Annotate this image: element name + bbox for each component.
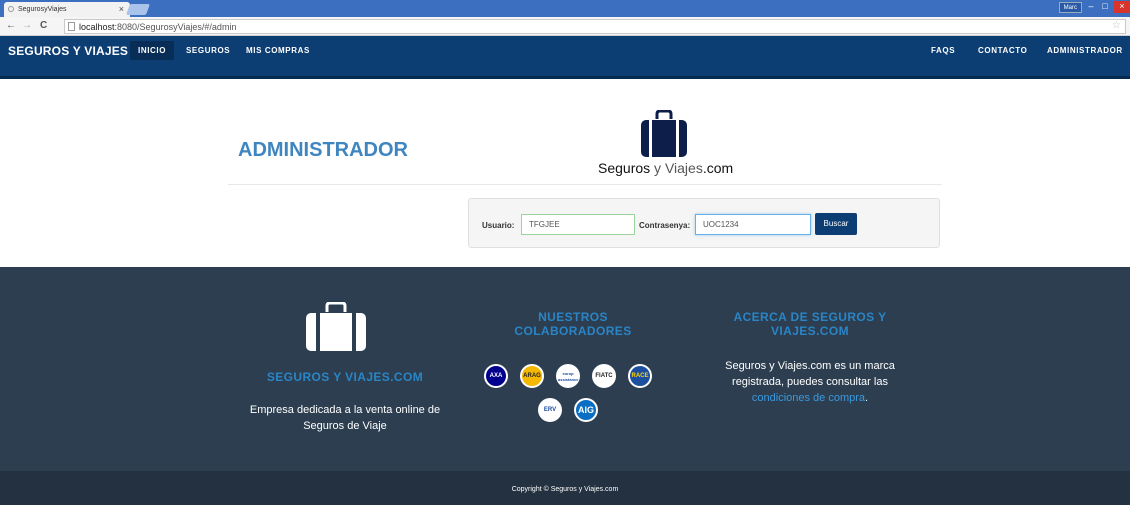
- erv-logo[interactable]: ERV: [538, 398, 562, 422]
- info-text-period: .: [865, 392, 869, 404]
- footer-about-column: SEGUROS Y VIAJES.COM Empresa dedicada a …: [228, 370, 462, 434]
- close-window-icon[interactable]: ×: [1114, 1, 1130, 13]
- brand-link[interactable]: SEGUROS Y VIAJES: [8, 44, 128, 58]
- logo-word-seguros: Seguros: [598, 160, 651, 176]
- site-navbar: SEGUROS Y VIAJES INICIO SEGUROS MIS COMP…: [0, 36, 1130, 79]
- user-input[interactable]: TFGJEE: [521, 214, 635, 235]
- page: SegurosyViajes × Marc – □ × ← → C localh…: [0, 0, 1130, 505]
- footer-info-column: ACERCA DE SEGUROS Y VIAJES.COM Seguros y…: [700, 310, 920, 406]
- maximize-icon[interactable]: □: [1098, 1, 1112, 13]
- partners-heading-line2: COLABORADORES: [514, 324, 632, 338]
- condiciones-link[interactable]: condiciones de compra: [752, 392, 865, 404]
- suitcase-icon: [306, 302, 366, 351]
- address-bar: ← → C localhost:8080/SegurosyViajes/#/ad…: [0, 17, 1130, 36]
- minimize-icon[interactable]: –: [1084, 1, 1098, 13]
- logo-word-com: .com: [702, 160, 734, 176]
- race-logo[interactable]: RACE: [628, 364, 652, 388]
- nav-administrador[interactable]: ADMINISTRADOR: [1047, 46, 1123, 55]
- favicon-icon: [8, 6, 14, 12]
- info-heading-line1: ACERCA DE SEGUROS Y: [733, 310, 887, 324]
- forward-arrow-icon[interactable]: →: [22, 20, 32, 31]
- logo-word-viajes: Viajes: [664, 160, 703, 176]
- back-arrow-icon[interactable]: ←: [6, 20, 16, 31]
- admin-login-form: Usuario: TFGJEE Contrasenya: UOC1234 Bus…: [468, 198, 940, 248]
- browser-tab-strip: SegurosyViajes × Marc – □ ×: [0, 0, 1130, 17]
- fiatc-logo[interactable]: FIATC: [592, 364, 616, 388]
- reload-icon[interactable]: C: [40, 20, 47, 31]
- page-title: ADMINISTRADOR: [238, 139, 408, 161]
- axa-logo[interactable]: AXA: [484, 364, 508, 388]
- nav-mis-compras[interactable]: MIS COMPRAS: [246, 46, 310, 55]
- password-label: Contrasenya:: [639, 221, 691, 230]
- nav-inicio[interactable]: INICIO: [130, 41, 175, 60]
- footer-brand-heading: SEGUROS Y VIAJES.COM: [266, 370, 424, 384]
- divider: [228, 184, 942, 185]
- footer-partners-column: NUESTROS COLABORADORES: [478, 310, 668, 338]
- logo-word-y: y: [654, 160, 662, 176]
- footer-brand-text-line1: Empresa dedicada a la venta online de: [249, 404, 441, 416]
- user-badge[interactable]: Marc: [1058, 2, 1082, 13]
- page-icon: [68, 22, 75, 31]
- nav-faqs[interactable]: FAQS: [931, 46, 955, 55]
- password-input[interactable]: UOC1234: [695, 214, 811, 235]
- partners-heading-line1: NUESTROS: [538, 310, 608, 324]
- europ-assistance-logo[interactable]: europ assistance: [556, 364, 580, 388]
- new-tab-button[interactable]: [125, 4, 151, 15]
- url-input[interactable]: localhost:8080/SegurosyViajes/#/admin ☆: [64, 19, 1126, 34]
- info-text-line3: condiciones de compra.: [700, 390, 920, 406]
- user-label: Usuario:: [482, 221, 515, 230]
- copyright-bar: Copyright © Seguros y Viajes.com: [0, 471, 1130, 505]
- aig-logo[interactable]: AIG: [574, 398, 598, 422]
- browser-tab[interactable]: SegurosyViajes ×: [4, 2, 130, 17]
- nav-seguros[interactable]: SEGUROS: [186, 46, 230, 55]
- url-path: :8080/SegurosyViajes/#/admin: [114, 22, 237, 32]
- tab-title: SegurosyViajes: [18, 6, 67, 13]
- arag-logo[interactable]: ARAG: [520, 364, 544, 388]
- logo-text: Seguros y Viajes.com: [598, 160, 733, 176]
- url-host: localhost: [79, 22, 115, 32]
- suitcase-icon: [641, 110, 687, 157]
- info-heading-line2: VIAJES.COM: [770, 324, 849, 338]
- info-text-line1: Seguros y Viajes.com es un marca: [725, 360, 895, 372]
- bookmark-star-icon[interactable]: ☆: [1112, 20, 1121, 31]
- tab-close-icon[interactable]: ×: [119, 4, 124, 14]
- info-text-line2: registrada, puedes consultar las: [732, 376, 888, 388]
- footer-brand-text-line2: Seguros de Viaje: [303, 420, 387, 432]
- nav-contacto[interactable]: CONTACTO: [978, 46, 1027, 55]
- buscar-button[interactable]: Buscar: [815, 213, 857, 235]
